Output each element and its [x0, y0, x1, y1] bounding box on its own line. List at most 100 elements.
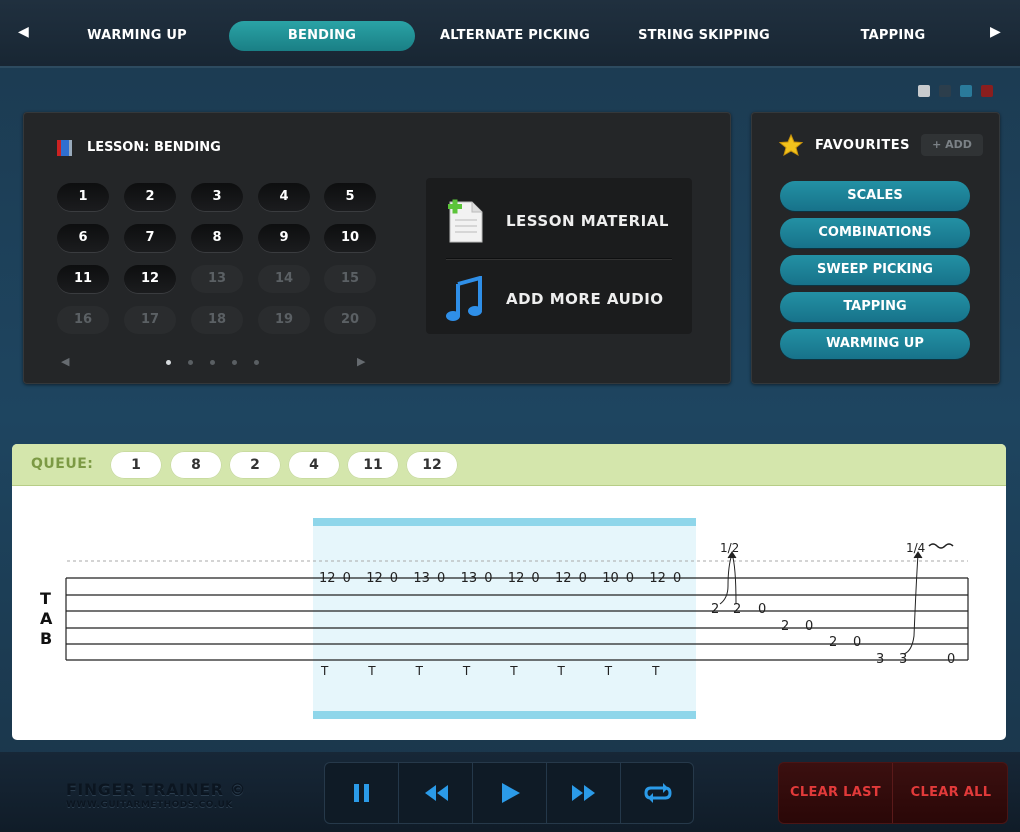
tab-note: 0: [673, 571, 681, 586]
queue-item[interactable]: 8: [170, 451, 222, 479]
lesson-number-button[interactable]: 9: [258, 224, 310, 252]
tab-tapping[interactable]: TAPPING: [838, 21, 948, 51]
tab-clef: T A B: [40, 589, 53, 648]
tab-note: 0: [853, 635, 861, 650]
tab-string-skipping[interactable]: STRING SKIPPING: [628, 21, 780, 51]
pause-icon: [353, 784, 369, 802]
lesson-number-button[interactable]: 1: [57, 183, 109, 211]
lesson-material-button[interactable]: LESSON MATERIAL: [426, 186, 692, 256]
theme-swatch-dark[interactable]: [939, 85, 951, 97]
lesson-number-button[interactable]: 20: [324, 306, 376, 334]
add-audio-button[interactable]: ADD MORE AUDIO: [426, 264, 692, 334]
tab-note: 0: [343, 571, 351, 586]
queue-bar: QUEUE: 1 8 2 4 11 12: [12, 444, 1006, 486]
rewind-button[interactable]: [399, 763, 473, 823]
lesson-number-button[interactable]: 17: [124, 306, 176, 334]
pager-next-icon[interactable]: ▶: [357, 355, 365, 368]
pager-dot[interactable]: [166, 360, 171, 365]
lesson-number-button[interactable]: 4: [258, 183, 310, 211]
tab-note: 0: [758, 602, 766, 617]
theme-swatch-red[interactable]: [981, 85, 993, 97]
loop-region[interactable]: [313, 518, 696, 718]
lesson-prefix: LESSON:: [87, 139, 150, 155]
tab-note: 13: [413, 571, 430, 586]
lesson-number-button[interactable]: 6: [57, 224, 109, 252]
clear-all-button[interactable]: CLEAR ALL: [894, 763, 1008, 823]
favourites-header: FAVOURITES: [779, 134, 910, 156]
pager-dot[interactable]: [210, 360, 215, 365]
tab-note: 0: [390, 571, 398, 586]
tab-alternate-picking[interactable]: ALTERNATE PICKING: [432, 21, 598, 51]
tab-note: 0: [531, 571, 539, 586]
pause-button[interactable]: [325, 763, 399, 823]
clef-a: A: [40, 609, 53, 628]
bend-label-quarter: 1/4: [906, 541, 925, 555]
material-box: LESSON MATERIAL ADD MORE AUDIO: [426, 178, 692, 334]
add-favourite-button[interactable]: + ADD: [921, 134, 983, 156]
brand-site: WWW.GUITARMETHODS.CO.UK: [66, 800, 233, 810]
tab-note: 12: [555, 571, 572, 586]
fav-item-warming-up[interactable]: WARMING UP: [780, 329, 970, 359]
pager-dot[interactable]: [232, 360, 237, 365]
lesson-number-button[interactable]: 8: [191, 224, 243, 252]
tab-staff: T A B 12 0 12 0 13 0 13 0 12 0 12 0 10 0 12 0 TTTTTTTT …: [40, 518, 969, 719]
play-icon: [501, 783, 520, 803]
right-arrow-icon[interactable]: ▶: [990, 24, 1001, 40]
lesson-number-button[interactable]: 10: [324, 224, 376, 252]
lesson-number-button[interactable]: 15: [324, 265, 376, 293]
tab-note: 3: [899, 652, 907, 667]
pager-prev-icon[interactable]: ◀: [61, 355, 69, 368]
pager-dot[interactable]: [188, 360, 193, 365]
lesson-number-button[interactable]: 13: [191, 265, 243, 293]
queue-item[interactable]: 12: [406, 451, 458, 479]
lesson-material-label: LESSON MATERIAL: [506, 212, 669, 230]
tab-note: 10: [602, 571, 619, 586]
fav-item-tapping[interactable]: TAPPING: [780, 292, 970, 322]
lesson-number-button[interactable]: 3: [191, 183, 243, 211]
lesson-number-button[interactable]: 7: [124, 224, 176, 252]
tab-bending[interactable]: BENDING: [229, 21, 415, 51]
tab-note: 0: [805, 619, 813, 634]
loop-button[interactable]: [621, 763, 695, 823]
tap-mark: T: [509, 664, 518, 678]
lesson-number-button[interactable]: 18: [191, 306, 243, 334]
add-document-icon: [448, 199, 483, 243]
brand-name: FINGER TRAINER ©: [66, 780, 247, 799]
tab-warming-up[interactable]: WARMING UP: [72, 21, 202, 51]
lesson-number-button[interactable]: 16: [57, 306, 109, 334]
queue-item[interactable]: 4: [288, 451, 340, 479]
lesson-number-button[interactable]: 2: [124, 183, 176, 211]
tap-mark: T: [651, 664, 660, 678]
theme-swatch-grey[interactable]: [918, 85, 930, 97]
left-arrow-icon[interactable]: ◀: [18, 24, 29, 40]
queue-item[interactable]: 2: [229, 451, 281, 479]
loop-icon: [644, 783, 672, 803]
lesson-number-button[interactable]: 14: [258, 265, 310, 293]
transport-controls: [324, 762, 694, 824]
fav-item-combinations[interactable]: COMBINATIONS: [780, 218, 970, 248]
queue-item[interactable]: 11: [347, 451, 399, 479]
clear-last-button[interactable]: CLEAR LAST: [779, 763, 893, 823]
bend-notes: 2 2 0 2 0 2 0 3 3 0 1/2 1/4: [711, 541, 955, 667]
tab-note: 2: [711, 602, 719, 617]
tab-note: 0: [437, 571, 445, 586]
tab-note: 3: [876, 652, 884, 667]
tab-note: 12: [319, 571, 336, 586]
lesson-number-button[interactable]: 5: [324, 183, 376, 211]
play-button[interactable]: [473, 763, 547, 823]
fast-forward-button[interactable]: [547, 763, 621, 823]
lesson-number-button[interactable]: 12: [124, 265, 176, 293]
fav-item-sweep-picking[interactable]: SWEEP PICKING: [780, 255, 970, 285]
pager-dot[interactable]: [254, 360, 259, 365]
fav-item-scales[interactable]: SCALES: [780, 181, 970, 211]
lesson-number-button[interactable]: 11: [57, 265, 109, 293]
lesson-number-button[interactable]: 19: [258, 306, 310, 334]
star-icon: [779, 134, 803, 156]
rewind-icon: [424, 785, 448, 801]
theme-swatch-blue[interactable]: [960, 85, 972, 97]
tab-note: 13: [461, 571, 478, 586]
tap-mark: T: [462, 664, 471, 678]
tab-note: 0: [484, 571, 492, 586]
queue-item[interactable]: 1: [110, 451, 162, 479]
tab-note: 2: [781, 619, 789, 634]
